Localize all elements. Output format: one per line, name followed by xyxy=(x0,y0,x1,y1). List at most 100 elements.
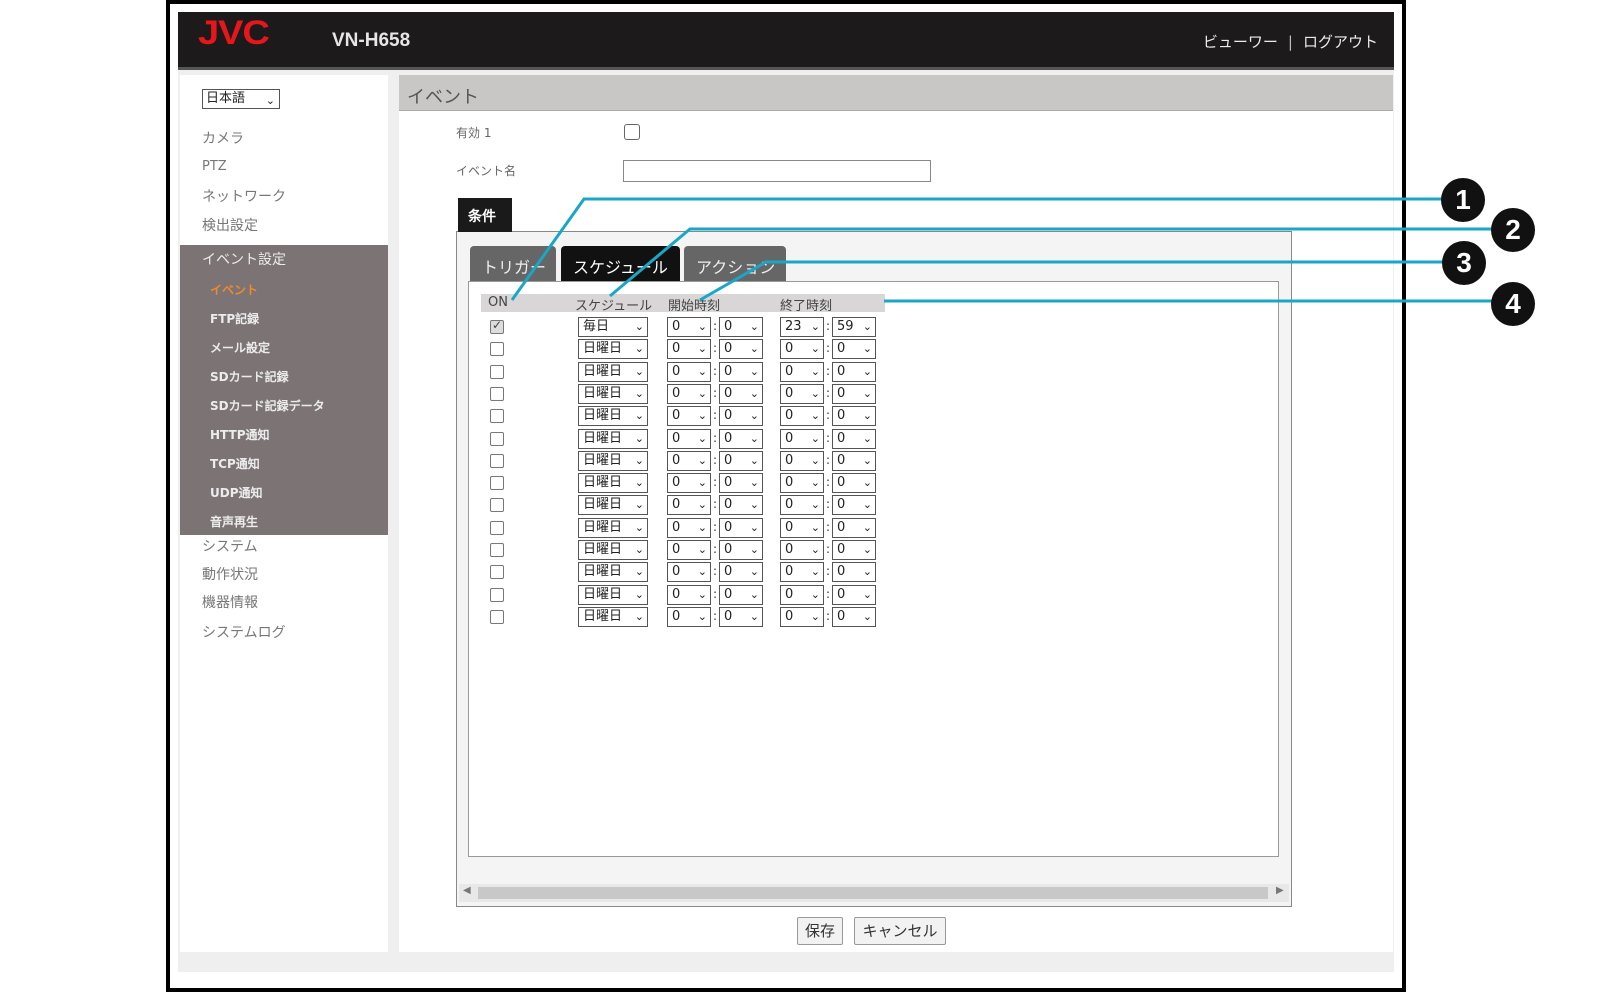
start-hour-select[interactable]: 0 ⌄ xyxy=(667,540,711,560)
scroll-right-icon[interactable]: ▶ xyxy=(1276,885,1284,896)
on-checkbox[interactable] xyxy=(490,454,504,468)
on-checkbox[interactable] xyxy=(490,476,504,490)
on-checkbox[interactable] xyxy=(490,432,504,446)
start-minute-select[interactable]: 0 ⌄ xyxy=(719,451,763,471)
scrollbar-thumb[interactable] xyxy=(478,887,1268,899)
sidebar-subitem-sd-record[interactable]: SDカード記録 xyxy=(210,368,289,385)
start-hour-select[interactable]: 0 ⌄ xyxy=(667,317,711,337)
sidebar-item-device-info[interactable]: 機器情報 xyxy=(202,592,258,612)
end-hour-select[interactable]: 0 ⌄ xyxy=(780,339,824,359)
on-checkbox[interactable] xyxy=(490,318,504,334)
on-checkbox[interactable] xyxy=(490,543,504,557)
start-minute-select[interactable]: 0 ⌄ xyxy=(719,495,763,515)
sidebar-item-ptz[interactable]: PTZ xyxy=(202,159,227,174)
on-checkbox[interactable] xyxy=(490,387,504,401)
sidebar-subitem-http[interactable]: HTTP通知 xyxy=(210,426,270,443)
end-hour-select[interactable]: 0 ⌄ xyxy=(780,473,824,493)
start-minute-select[interactable]: 0 ⌄ xyxy=(719,607,763,627)
on-checkbox[interactable] xyxy=(490,342,504,356)
start-minute-select[interactable]: 0 ⌄ xyxy=(719,473,763,493)
end-minute-select[interactable]: 0 ⌄ xyxy=(832,585,876,605)
end-minute-select[interactable]: 0 ⌄ xyxy=(832,495,876,515)
end-hour-select[interactable]: 0 ⌄ xyxy=(780,495,824,515)
end-hour-select[interactable]: 0 ⌄ xyxy=(780,562,824,582)
end-hour-select[interactable]: 0 ⌄ xyxy=(780,585,824,605)
end-minute-select[interactable]: 0 ⌄ xyxy=(832,406,876,426)
start-hour-select[interactable]: 0 ⌄ xyxy=(667,384,711,404)
end-minute-select[interactable]: 0 ⌄ xyxy=(832,562,876,582)
sidebar-subitem-audio[interactable]: 音声再生 xyxy=(210,513,258,530)
event-name-input[interactable] xyxy=(623,160,931,182)
schedule-select[interactable]: 日曜日 ⌄ xyxy=(578,540,648,560)
schedule-select[interactable]: 日曜日 ⌄ xyxy=(578,451,648,471)
language-select[interactable]: 日本語 ⌄ xyxy=(202,89,280,109)
start-minute-select[interactable]: 0 ⌄ xyxy=(719,339,763,359)
start-minute-select[interactable]: 0 ⌄ xyxy=(719,317,763,337)
end-minute-select[interactable]: 0 ⌄ xyxy=(832,518,876,538)
end-minute-select[interactable]: 0 ⌄ xyxy=(832,607,876,627)
start-minute-select[interactable]: 0 ⌄ xyxy=(719,518,763,538)
schedule-select[interactable]: 毎日 ⌄ xyxy=(578,317,648,337)
sidebar-subitem-mail[interactable]: メール設定 xyxy=(210,339,270,356)
start-minute-select[interactable]: 0 ⌄ xyxy=(719,562,763,582)
start-minute-select[interactable]: 0 ⌄ xyxy=(719,585,763,605)
start-minute-select[interactable]: 0 ⌄ xyxy=(719,362,763,382)
schedule-select[interactable]: 日曜日 ⌄ xyxy=(578,339,648,359)
schedule-select[interactable]: 日曜日 ⌄ xyxy=(578,406,648,426)
schedule-select[interactable]: 日曜日 ⌄ xyxy=(578,362,648,382)
on-checkbox[interactable] xyxy=(490,610,504,624)
end-hour-select[interactable]: 0 ⌄ xyxy=(780,406,824,426)
save-button[interactable]: 保存 xyxy=(797,917,843,945)
start-hour-select[interactable]: 0 ⌄ xyxy=(667,429,711,449)
logout-link[interactable]: ログアウト xyxy=(1303,31,1378,52)
on-checkbox[interactable] xyxy=(490,521,504,535)
start-hour-select[interactable]: 0 ⌄ xyxy=(667,406,711,426)
enable-checkbox[interactable] xyxy=(624,124,640,140)
sidebar-item-system-log[interactable]: システムログ xyxy=(202,622,286,642)
subtab-action[interactable]: アクション xyxy=(684,246,786,282)
start-hour-select[interactable]: 0 ⌄ xyxy=(667,495,711,515)
start-hour-select[interactable]: 0 ⌄ xyxy=(667,339,711,359)
end-hour-select[interactable]: 0 ⌄ xyxy=(780,451,824,471)
on-checkbox[interactable] xyxy=(490,365,504,379)
start-minute-select[interactable]: 0 ⌄ xyxy=(719,406,763,426)
on-checkbox[interactable] xyxy=(490,565,504,579)
end-minute-select[interactable]: 0 ⌄ xyxy=(832,384,876,404)
start-hour-select[interactable]: 0 ⌄ xyxy=(667,585,711,605)
end-minute-select[interactable]: 59 ⌄ xyxy=(832,317,876,337)
sidebar-subitem-event[interactable]: イベント xyxy=(210,281,258,298)
end-hour-select[interactable]: 0 ⌄ xyxy=(780,518,824,538)
end-hour-select[interactable]: 0 ⌄ xyxy=(780,607,824,627)
end-hour-select[interactable]: 0 ⌄ xyxy=(780,384,824,404)
sidebar-subitem-tcp[interactable]: TCP通知 xyxy=(210,455,260,472)
sidebar-item-detection[interactable]: 検出設定 xyxy=(202,215,258,235)
tab-condition[interactable]: 条件 xyxy=(458,198,512,232)
start-minute-select[interactable]: 0 ⌄ xyxy=(719,429,763,449)
start-hour-select[interactable]: 0 ⌄ xyxy=(667,518,711,538)
start-hour-select[interactable]: 0 ⌄ xyxy=(667,562,711,582)
start-hour-select[interactable]: 0 ⌄ xyxy=(667,362,711,382)
schedule-select[interactable]: 日曜日 ⌄ xyxy=(578,607,648,627)
on-checkbox[interactable] xyxy=(490,409,504,423)
schedule-select[interactable]: 日曜日 ⌄ xyxy=(578,585,648,605)
sidebar-item-status[interactable]: 動作状況 xyxy=(202,564,258,584)
end-minute-select[interactable]: 0 ⌄ xyxy=(832,339,876,359)
sidebar-item-system[interactable]: システム xyxy=(202,536,258,556)
subtab-trigger[interactable]: トリガー xyxy=(470,246,556,282)
schedule-select[interactable]: 日曜日 ⌄ xyxy=(578,562,648,582)
schedule-select[interactable]: 日曜日 ⌄ xyxy=(578,518,648,538)
end-minute-select[interactable]: 0 ⌄ xyxy=(832,429,876,449)
end-minute-select[interactable]: 0 ⌄ xyxy=(832,540,876,560)
end-minute-select[interactable]: 0 ⌄ xyxy=(832,362,876,382)
on-checkbox[interactable] xyxy=(490,498,504,512)
subtab-schedule[interactable]: スケジュール xyxy=(561,246,680,282)
end-hour-select[interactable]: 23 ⌄ xyxy=(780,317,824,337)
scroll-left-icon[interactable]: ◀ xyxy=(463,885,471,896)
end-hour-select[interactable]: 0 ⌄ xyxy=(780,429,824,449)
end-minute-select[interactable]: 0 ⌄ xyxy=(832,473,876,493)
end-minute-select[interactable]: 0 ⌄ xyxy=(832,451,876,471)
start-minute-select[interactable]: 0 ⌄ xyxy=(719,540,763,560)
sidebar-subitem-udp[interactable]: UDP通知 xyxy=(210,484,263,501)
schedule-select[interactable]: 日曜日 ⌄ xyxy=(578,473,648,493)
cancel-button[interactable]: キャンセル xyxy=(854,917,946,945)
